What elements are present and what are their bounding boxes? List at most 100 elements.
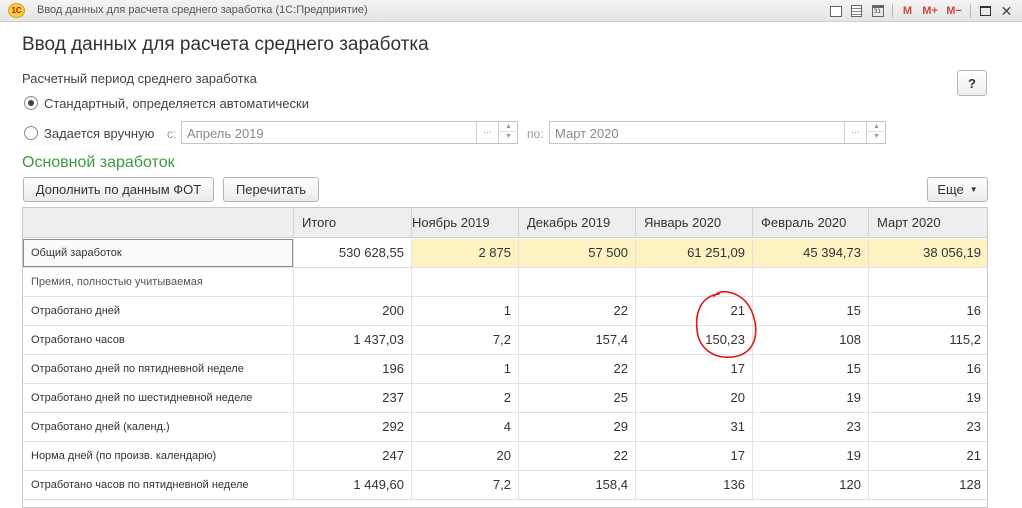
month-cell[interactable]: 19 <box>753 384 869 412</box>
column-header-name[interactable] <box>23 208 294 238</box>
month-cell[interactable]: 61 251,09 <box>636 239 753 267</box>
total-cell[interactable]: 530 628,55 <box>294 239 412 267</box>
month-cell[interactable]: 38 056,19 <box>869 239 987 267</box>
month-cell[interactable]: 15 <box>753 297 869 325</box>
column-header[interactable]: Ноябрь 2019 <box>412 208 519 238</box>
from-stepper[interactable]: ▲ ▼ <box>498 122 518 143</box>
total-cell[interactable] <box>294 268 412 296</box>
memory-plus-icon[interactable]: M+ <box>919 3 941 20</box>
total-cell[interactable]: 1 437,03 <box>294 326 412 354</box>
month-cell[interactable]: 57 500 <box>519 239 636 267</box>
total-cell[interactable]: 1 449,60 <box>294 471 412 499</box>
month-cell[interactable]: 20 <box>636 384 753 412</box>
column-header[interactable]: Февраль 2020 <box>753 208 869 238</box>
radio-manual-period[interactable] <box>24 126 38 140</box>
month-cell[interactable]: 115,2 <box>869 326 987 354</box>
table-row[interactable]: Отработано часов по пятидневной неделе 1 … <box>23 471 987 500</box>
table-row[interactable]: Норма дней (по произв. календарю) 247 20 22… <box>23 442 987 471</box>
month-cell[interactable] <box>753 268 869 296</box>
calculator-icon[interactable] <box>847 3 866 20</box>
row-label[interactable]: Премия, полностью учитываемая <box>23 268 294 296</box>
row-label[interactable]: Отработано дней <box>23 297 294 325</box>
column-header[interactable]: Итого <box>294 208 412 238</box>
calendar-icon[interactable]: 31 <box>868 3 887 20</box>
month-cell[interactable]: 29 <box>519 413 636 441</box>
month-cell[interactable]: 15 <box>753 355 869 383</box>
month-cell[interactable]: 120 <box>753 471 869 499</box>
column-header[interactable]: Январь 2020 <box>636 208 753 238</box>
column-header[interactable]: Март 2020 <box>869 208 987 238</box>
month-cell[interactable]: 1 <box>412 355 519 383</box>
radio-manual-label[interactable]: Задается вручную <box>44 126 154 141</box>
to-stepper-down-icon[interactable]: ▼ <box>867 132 886 142</box>
total-cell[interactable]: 292 <box>294 413 412 441</box>
month-cell[interactable]: 45 394,73 <box>753 239 869 267</box>
restore-window-icon[interactable] <box>976 3 995 20</box>
radio-auto-label[interactable]: Стандартный, определяется автоматически <box>44 96 309 111</box>
total-cell[interactable]: 237 <box>294 384 412 412</box>
earnings-table[interactable]: Итого Ноябрь 2019 Декабрь 2019 Январь 2020 Ф… <box>22 207 988 508</box>
more-menu-button[interactable]: Еще ▼ <box>927 177 988 202</box>
month-cell[interactable]: 20 <box>412 442 519 470</box>
month-cell[interactable]: 7,2 <box>412 471 519 499</box>
row-label[interactable]: Отработано часов <box>23 326 294 354</box>
reread-button[interactable]: Перечитать <box>223 177 319 202</box>
select-from-button[interactable]: ... <box>476 122 498 143</box>
select-to-button[interactable]: ... <box>844 122 866 143</box>
table-row[interactable]: Отработано дней по шестидневной неделе 23… <box>23 384 987 413</box>
month-cell[interactable]: 1 <box>412 297 519 325</box>
month-cell[interactable]: 2 <box>412 384 519 412</box>
table-row[interactable]: Отработано часов 1 437,03 7,2 157,4 150,23 10… <box>23 326 987 355</box>
month-cell[interactable]: 23 <box>869 413 987 441</box>
month-cell[interactable]: 16 <box>869 297 987 325</box>
table-row[interactable]: Общий заработок 530 628,55 2 875 57 500 61 2… <box>23 239 987 268</box>
print-icon[interactable] <box>826 3 845 20</box>
memory-minus-icon[interactable]: M− <box>943 3 965 20</box>
close-icon[interactable]: ✕ <box>997 3 1016 20</box>
table-row[interactable]: Отработано дней по пятидневной неделе 196… <box>23 355 987 384</box>
total-cell[interactable]: 196 <box>294 355 412 383</box>
period-from-field[interactable]: Апрель 2019 ... ▲ ▼ <box>181 121 518 144</box>
month-cell[interactable]: 19 <box>869 384 987 412</box>
month-cell[interactable]: 22 <box>519 297 636 325</box>
month-cell[interactable]: 19 <box>753 442 869 470</box>
month-cell[interactable]: 2 875 <box>412 239 519 267</box>
month-cell[interactable]: 158,4 <box>519 471 636 499</box>
month-cell[interactable]: 21 <box>869 442 987 470</box>
period-to-field[interactable]: Март 2020 ... ▲ ▼ <box>549 121 886 144</box>
month-cell[interactable]: 4 <box>412 413 519 441</box>
table-row[interactable]: Отработано дней 200 1 22 21 15 16 <box>23 297 987 326</box>
fill-from-payroll-button[interactable]: Дополнить по данным ФОТ <box>23 177 214 202</box>
table-row[interactable]: Отработано дней (календ.) 292 4 29 31 23 23 <box>23 413 987 442</box>
month-cell[interactable]: 22 <box>519 442 636 470</box>
to-stepper[interactable]: ▲ ▼ <box>866 122 886 143</box>
month-cell[interactable]: 108 <box>753 326 869 354</box>
help-button[interactable]: ? <box>957 70 987 96</box>
total-cell[interactable]: 200 <box>294 297 412 325</box>
total-cell[interactable]: 247 <box>294 442 412 470</box>
month-cell[interactable]: 31 <box>636 413 753 441</box>
month-cell[interactable]: 128 <box>869 471 987 499</box>
from-stepper-down-icon[interactable]: ▼ <box>499 132 518 142</box>
month-cell[interactable]: 23 <box>753 413 869 441</box>
month-cell[interactable]: 17 <box>636 442 753 470</box>
radio-auto-period[interactable] <box>24 96 38 110</box>
month-cell[interactable]: 7,2 <box>412 326 519 354</box>
row-label[interactable]: Общий заработок <box>23 239 294 267</box>
month-cell[interactable]: 157,4 <box>519 326 636 354</box>
month-cell[interactable]: 22 <box>519 355 636 383</box>
month-cell[interactable] <box>869 268 987 296</box>
row-label[interactable]: Отработано часов по пятидневной неделе <box>23 471 294 499</box>
row-label[interactable]: Отработано дней по пятидневной неделе <box>23 355 294 383</box>
from-stepper-up-icon[interactable]: ▲ <box>499 122 518 132</box>
column-header[interactable]: Декабрь 2019 <box>519 208 636 238</box>
month-cell[interactable] <box>412 268 519 296</box>
to-stepper-up-icon[interactable]: ▲ <box>867 122 886 132</box>
row-label[interactable]: Норма дней (по произв. календарю) <box>23 442 294 470</box>
table-row[interactable]: Премия, полностью учитываемая <box>23 268 987 297</box>
row-label[interactable]: Отработано дней (календ.) <box>23 413 294 441</box>
month-cell[interactable]: 136 <box>636 471 753 499</box>
month-cell[interactable]: 16 <box>869 355 987 383</box>
row-label[interactable]: Отработано дней по шестидневной неделе <box>23 384 294 412</box>
month-cell[interactable]: 25 <box>519 384 636 412</box>
